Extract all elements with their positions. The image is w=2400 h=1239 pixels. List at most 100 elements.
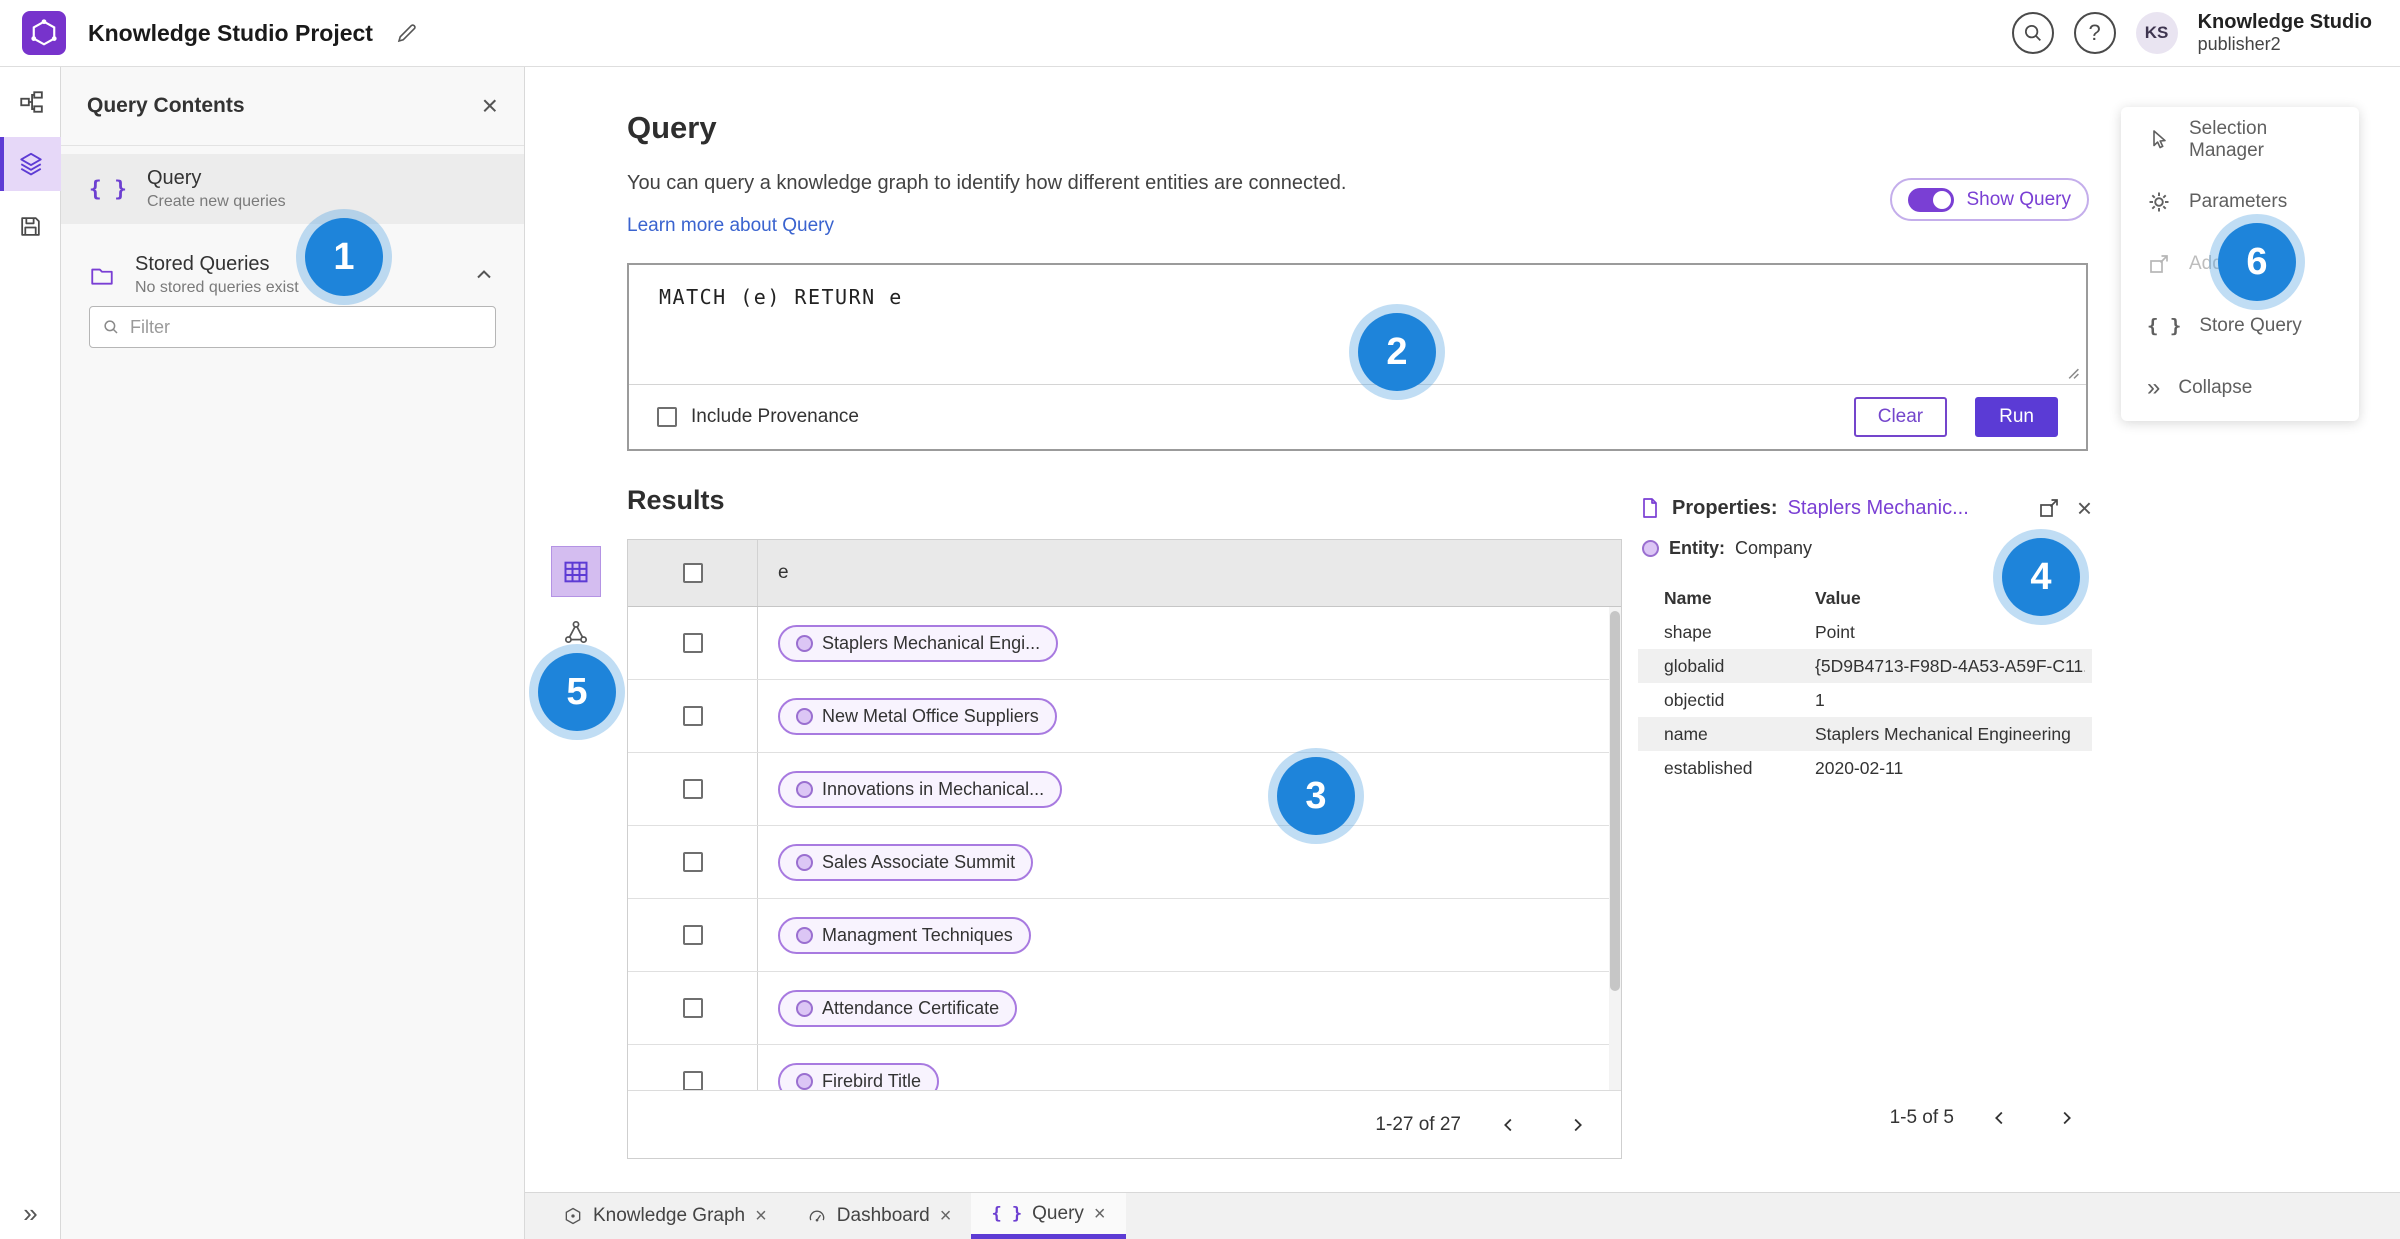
table-view-button[interactable] xyxy=(551,546,601,597)
property-row: globalid {5D9B4713-F98D-4A53-A59F-C11... xyxy=(1638,649,2092,683)
results-title: Results xyxy=(627,485,725,515)
run-button[interactable]: Run xyxy=(1975,397,2058,437)
select-all-checkbox[interactable] xyxy=(682,563,703,583)
table-row[interactable]: Managment Techniques xyxy=(628,899,1621,972)
show-query-toggle[interactable]: Show Query xyxy=(1890,178,2089,221)
query-code-area[interactable]: MATCH (e) RETURN e xyxy=(629,265,2086,385)
include-provenance-checkbox[interactable] xyxy=(657,407,677,427)
menu-item-store-query[interactable]: { } Store Query xyxy=(2121,295,2359,357)
stored-queries-description: No stored queries exist xyxy=(135,279,299,296)
entity-dot-icon xyxy=(796,926,813,944)
entity-dot-icon xyxy=(796,707,813,725)
next-page-button[interactable] xyxy=(2046,1098,2086,1138)
rail-item-layers[interactable] xyxy=(0,137,61,191)
stored-queries-label: Stored Queries xyxy=(135,253,270,275)
sidebar-item-query[interactable]: { } Query Create new queries xyxy=(61,154,524,224)
rail-collapse-icon[interactable]: » xyxy=(0,1198,61,1229)
prev-page-button[interactable] xyxy=(1980,1098,2020,1138)
user-avatar[interactable]: KS xyxy=(2135,12,2178,54)
help-button[interactable]: ? xyxy=(2073,12,2116,54)
panel-title: Query Contents xyxy=(87,94,245,117)
entity-pill[interactable]: Attendance Certificate xyxy=(778,989,1018,1027)
resize-handle-icon[interactable] xyxy=(2067,367,2080,380)
prop-value: Staplers Mechanical Engineering xyxy=(1815,723,2071,744)
entity-value: Company xyxy=(1735,538,1813,558)
row-checkbox[interactable] xyxy=(682,998,703,1018)
properties-doc-icon xyxy=(1638,496,1662,520)
rail-item-schema[interactable] xyxy=(0,75,61,129)
properties-close-icon[interactable]: × xyxy=(2077,495,2092,521)
tab-close-icon[interactable]: × xyxy=(755,1206,767,1226)
menu-item-label: Collapse xyxy=(2178,377,2253,398)
entity-pill[interactable]: Firebird Title xyxy=(778,1062,940,1090)
prop-name: globalid xyxy=(1664,655,1725,676)
table-row[interactable]: Sales Associate Summit xyxy=(628,826,1621,899)
row-checkbox[interactable] xyxy=(682,779,703,799)
app-logo-icon xyxy=(22,11,66,55)
hierarchy-icon xyxy=(18,89,44,115)
row-checkbox[interactable] xyxy=(682,852,703,872)
prev-page-button[interactable] xyxy=(1489,1105,1529,1145)
chevron-up-icon[interactable] xyxy=(472,263,496,287)
clear-button[interactable]: Clear xyxy=(1853,397,1948,437)
results-scrollbar[interactable] xyxy=(1609,607,1621,1090)
collapse-icon: » xyxy=(2147,374,2161,401)
table-row[interactable]: Staplers Mechanical Engi... xyxy=(628,607,1621,680)
stored-queries-section[interactable]: Stored Queries No stored queries exist xyxy=(61,244,524,306)
tab-dashboard[interactable]: Dashboard × xyxy=(787,1193,972,1239)
row-checkbox[interactable] xyxy=(682,706,703,726)
results-pagination: 1-27 of 27 xyxy=(628,1090,1621,1158)
row-checkbox[interactable] xyxy=(682,925,703,945)
show-query-label: Show Query xyxy=(1966,188,2071,210)
filter-input[interactable] xyxy=(130,316,483,338)
properties-label: Properties: xyxy=(1672,496,1778,519)
menu-item-collapse[interactable]: » Collapse xyxy=(2121,357,2359,419)
entity-pill[interactable]: Innovations in Mechanical... xyxy=(778,770,1063,808)
results-table-header: e xyxy=(628,540,1621,607)
learn-more-link[interactable]: Learn more about Query xyxy=(627,215,834,237)
tab-knowledge-graph[interactable]: Knowledge Graph × xyxy=(543,1193,787,1239)
table-row[interactable]: Firebird Title xyxy=(628,1045,1621,1090)
search-button[interactable] xyxy=(2011,12,2054,54)
entity-pill-label: Staplers Mechanical Engi... xyxy=(822,632,1041,653)
row-checkbox[interactable] xyxy=(682,633,703,653)
toggle-switch[interactable] xyxy=(1908,187,1955,212)
prop-value: 1 xyxy=(1815,689,1825,710)
filter-field xyxy=(89,306,496,348)
app-header: Knowledge Studio Project ? KS Knowledge … xyxy=(0,0,2400,67)
prop-value: Point xyxy=(1815,621,1855,642)
menu-item-selection-manager[interactable]: Selection Manager xyxy=(2121,109,2359,171)
annotation-badge-3: 3 xyxy=(1277,757,1355,835)
knowledge-graph-icon xyxy=(563,1206,583,1226)
tab-close-icon[interactable]: × xyxy=(1094,1204,1106,1224)
table-row[interactable]: Attendance Certificate xyxy=(628,972,1621,1045)
tab-query[interactable]: { } Query × xyxy=(971,1193,1126,1239)
account-info: Knowledge Studio publisher2 xyxy=(2198,10,2378,56)
include-provenance-label: Include Provenance xyxy=(691,406,859,427)
edit-title-icon[interactable] xyxy=(395,21,419,45)
braces-icon: { } xyxy=(89,177,127,201)
menu-item-parameters[interactable]: Parameters xyxy=(2121,171,2359,233)
entity-pill[interactable]: New Metal Office Suppliers xyxy=(778,697,1057,735)
add-to-selection-icon[interactable] xyxy=(2037,496,2061,520)
entity-pill[interactable]: Managment Techniques xyxy=(778,916,1031,954)
table-row[interactable]: Innovations in Mechanical... xyxy=(628,753,1621,826)
properties-entity-link[interactable]: Staplers Mechanic... xyxy=(1788,497,1969,520)
annotation-badge-6: 6 xyxy=(2218,223,2296,301)
panel-close-icon[interactable]: × xyxy=(482,92,498,120)
properties-pagination: 1-5 of 5 xyxy=(1638,1098,2092,1138)
entity-pill[interactable]: Staplers Mechanical Engi... xyxy=(778,624,1059,662)
table-row[interactable]: New Metal Office Suppliers xyxy=(628,680,1621,753)
entity-pill[interactable]: Sales Associate Summit xyxy=(778,843,1034,881)
braces-icon: { } xyxy=(2147,315,2182,337)
prop-name: name xyxy=(1664,723,1708,744)
left-icon-rail: » xyxy=(0,67,61,1239)
entity-dot-icon xyxy=(796,853,813,871)
rail-item-save[interactable] xyxy=(0,199,61,253)
tab-close-icon[interactable]: × xyxy=(940,1206,952,1226)
annotation-badge-1: 1 xyxy=(305,218,383,296)
row-checkbox[interactable] xyxy=(682,1071,703,1090)
graph-view-button[interactable] xyxy=(556,612,596,652)
next-page-button[interactable] xyxy=(1557,1105,1597,1145)
entity-key: Entity: xyxy=(1669,538,1725,558)
